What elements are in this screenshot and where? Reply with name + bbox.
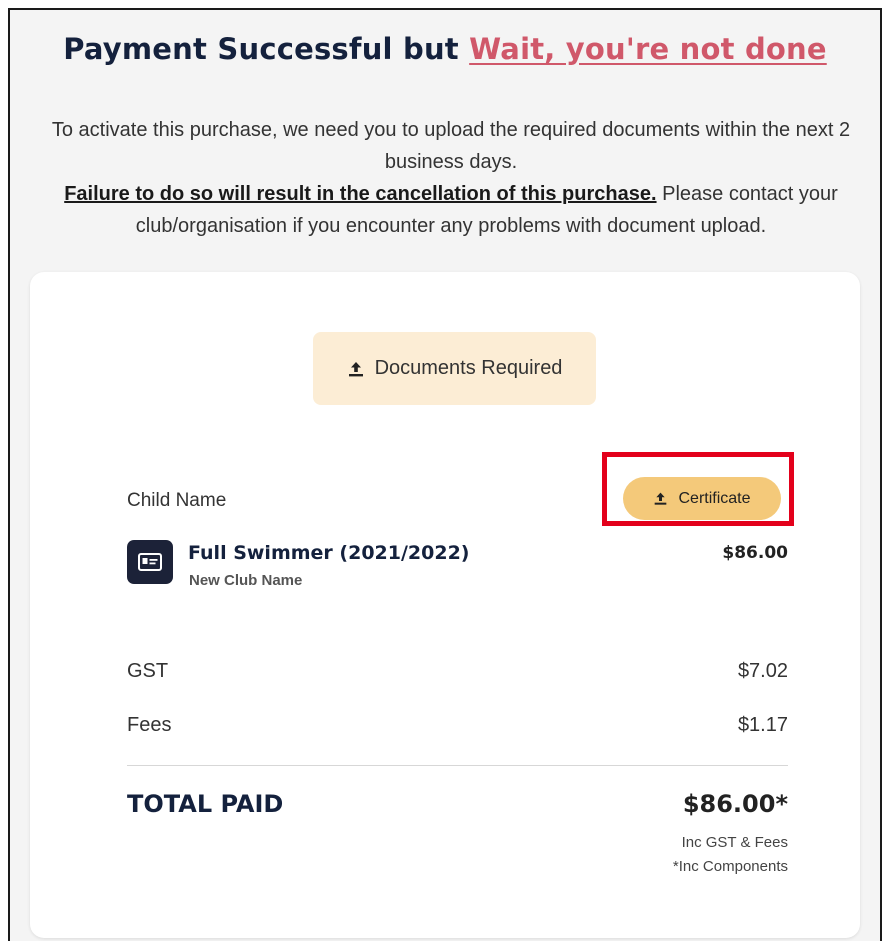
gst-value: $7.02	[737, 660, 788, 682]
item-club-name: New Club Name	[189, 572, 303, 589]
upload-icon	[347, 360, 365, 378]
documents-required-button[interactable]: Documents Required	[313, 332, 596, 405]
page-title: Payment Successful but Wait, you're not …	[10, 32, 880, 66]
total-paid-value: $86.00*	[682, 790, 788, 818]
certificate-label: Certificate	[678, 489, 751, 507]
total-note-components: *Inc Components	[672, 858, 788, 875]
item-price: $86.00	[722, 543, 788, 563]
order-summary-card: Documents Required Child Name Certificat…	[30, 272, 860, 938]
intro-text: To activate this purchase, we need you t…	[32, 114, 870, 242]
summary-divider	[127, 765, 788, 766]
child-name-label: Child Name	[127, 490, 227, 511]
id-card-icon	[127, 540, 173, 584]
gst-label: GST	[127, 660, 169, 682]
page-frame: Payment Successful but Wait, you're not …	[8, 8, 882, 941]
intro-warning: Failure to do so will result in the canc…	[64, 183, 657, 205]
intro-line-1: To activate this purchase, we need you t…	[51, 119, 851, 173]
total-paid-label: TOTAL PAID	[127, 790, 284, 818]
upload-icon	[653, 491, 668, 506]
fees-value: $1.17	[737, 714, 788, 736]
title-warning-link[interactable]: Wait, you're not done	[469, 32, 827, 66]
title-main: Payment Successful but	[63, 32, 459, 66]
documents-required-label: Documents Required	[374, 357, 563, 379]
fees-label: Fees	[127, 714, 172, 736]
total-note-gst-fees: Inc GST & Fees	[681, 834, 788, 851]
certificate-upload-button[interactable]: Certificate	[623, 477, 781, 520]
item-title: Full Swimmer (2021/2022)	[188, 542, 470, 564]
